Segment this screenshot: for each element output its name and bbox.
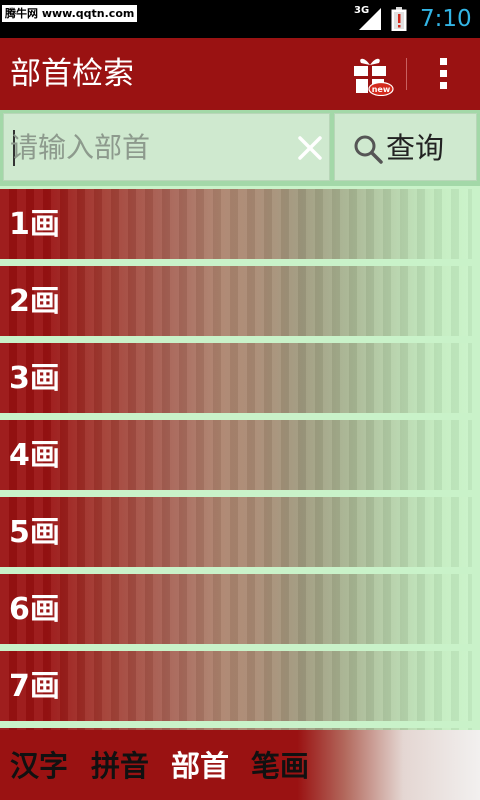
list-item-2-stroke[interactable]: 2画 [0,266,472,336]
list-item-label: 1画 [9,207,60,242]
list-item-label: 7画 [9,669,60,704]
status-bar: 腾牛网 www.qqtn.com 3G 7:10 [0,0,480,38]
list-item-6-stroke[interactable]: 6画 [0,574,472,644]
radical-search-input[interactable] [10,124,280,170]
search-bar: 查询 [0,110,480,186]
battery-alert-icon [391,7,407,31]
list-item-label: 4画 [9,438,60,473]
gift-badge: new [372,85,391,94]
list-item-1-stroke[interactable]: 1画 [0,189,472,259]
gift-new-icon[interactable]: new [350,52,394,96]
list-item-label: 5画 [9,515,60,550]
tab-pinyin[interactable]: 拼音 [91,730,149,800]
bottom-tab-bar: 汉字 拼音 部首 笔画 [0,730,480,800]
network-label: 3G [354,5,370,16]
overflow-menu-icon[interactable] [432,54,456,94]
query-button-label: 查询 [386,131,445,165]
action-bar: 部首检索 new [0,38,480,110]
tab-strokes[interactable]: 笔画 [251,730,309,800]
action-divider [406,58,407,90]
search-field-box [3,113,330,181]
page-title: 部首检索 [10,56,134,92]
list-item-3-stroke[interactable]: 3画 [0,343,472,413]
search-icon [354,135,383,164]
clock: 7:10 [420,6,472,32]
tab-hanzi[interactable]: 汉字 [10,730,68,800]
list-item-label: 3画 [9,361,60,396]
list-item-label: 6画 [9,592,60,627]
radical-group-list: 1画 2画 3画 4画 5画 6画 7画 [0,186,480,730]
list-item-4-stroke[interactable]: 4画 [0,420,472,490]
watermark: 腾牛网 www.qqtn.com [2,5,138,22]
clear-icon[interactable] [294,132,326,164]
tab-radical[interactable]: 部首 [171,730,229,800]
query-button[interactable]: 查询 [334,113,477,181]
list-item-label: 2画 [9,284,60,319]
list-item-5-stroke[interactable]: 5画 [0,497,472,567]
list-item-7-stroke[interactable]: 7画 [0,651,472,721]
